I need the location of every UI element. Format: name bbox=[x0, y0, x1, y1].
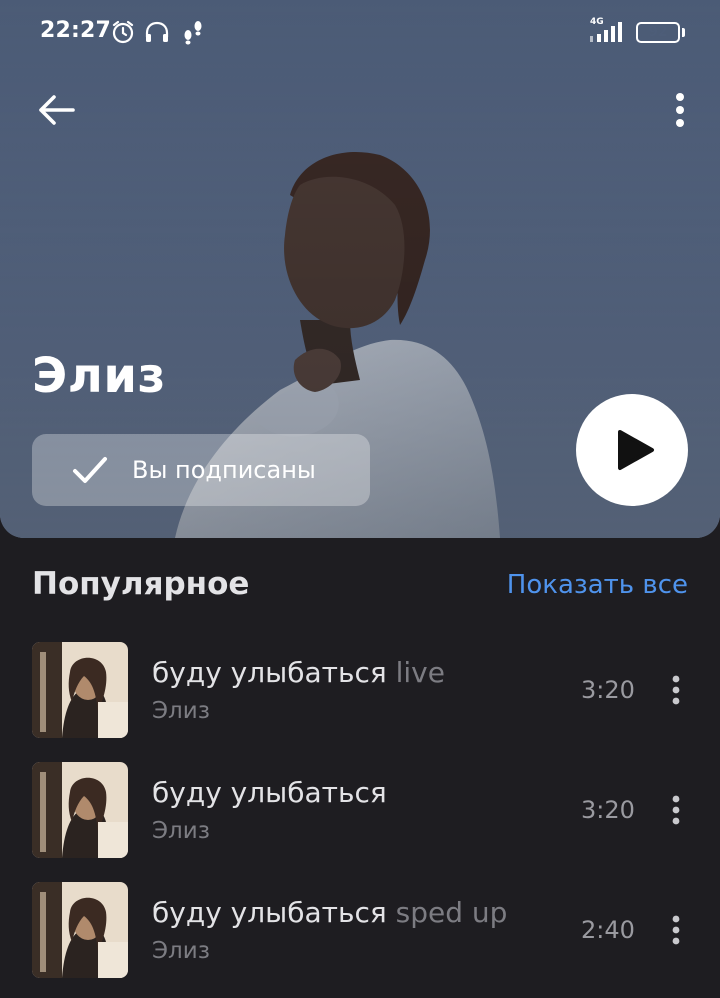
more-vertical-icon bbox=[672, 675, 680, 705]
show-all-link[interactable]: Показать все bbox=[507, 570, 688, 600]
arrow-left-icon bbox=[39, 95, 75, 125]
play-icon bbox=[618, 430, 654, 470]
artist-header: 22:27 4G 92 Элиз Вы подписаны bbox=[0, 0, 720, 538]
signal-icon bbox=[590, 22, 622, 42]
battery-percent: 92 bbox=[648, 24, 668, 40]
battery-icon: 92 bbox=[636, 22, 680, 43]
alarm-icon bbox=[112, 20, 134, 44]
track-cover bbox=[32, 762, 128, 858]
subscribe-button[interactable]: Вы подписаны bbox=[32, 434, 370, 506]
track-title-text: буду улыбаться bbox=[152, 896, 387, 929]
play-button[interactable] bbox=[576, 394, 688, 506]
track-cover bbox=[32, 882, 128, 978]
footsteps-icon bbox=[184, 21, 202, 45]
track-artist: Элиз bbox=[152, 818, 210, 844]
status-time: 22:27 bbox=[40, 18, 112, 43]
cover-art-image bbox=[32, 642, 128, 738]
track-duration: 3:20 bbox=[581, 796, 635, 824]
cover-art-image bbox=[32, 762, 128, 858]
check-icon bbox=[73, 457, 107, 483]
track-artist: Элиз bbox=[152, 938, 210, 964]
status-bar: 22:27 4G 92 bbox=[0, 0, 720, 64]
track-duration: 3:20 bbox=[581, 676, 635, 704]
track-row[interactable]: буду улыбаться live Элиз 3:20 bbox=[0, 642, 720, 742]
more-options-button[interactable] bbox=[656, 84, 704, 136]
track-duration: 2:40 bbox=[581, 916, 635, 944]
track-more-button[interactable] bbox=[658, 910, 694, 950]
battery-cap bbox=[682, 28, 685, 37]
track-row[interactable]: буду улыбаться Элиз 3:20 bbox=[0, 762, 720, 862]
headphones-icon bbox=[145, 21, 169, 42]
track-title: буду улыбаться bbox=[152, 776, 387, 809]
subscribe-label: Вы подписаны bbox=[132, 456, 316, 484]
artist-name: Элиз bbox=[32, 348, 166, 404]
back-button[interactable] bbox=[30, 84, 82, 136]
more-vertical-icon bbox=[672, 795, 680, 825]
track-more-button[interactable] bbox=[658, 790, 694, 830]
track-subtitle: live bbox=[395, 656, 445, 689]
more-vertical-icon bbox=[672, 915, 680, 945]
track-title: буду улыбаться sped up bbox=[152, 896, 507, 929]
track-subtitle: sped up bbox=[395, 896, 508, 929]
track-more-button[interactable] bbox=[658, 670, 694, 710]
section-title-popular: Популярное bbox=[32, 566, 250, 602]
track-artist: Элиз bbox=[152, 698, 210, 724]
more-vertical-icon bbox=[676, 93, 684, 127]
track-row[interactable]: буду улыбаться sped up Элиз 2:40 bbox=[0, 882, 720, 982]
track-title: буду улыбаться live bbox=[152, 656, 445, 689]
track-title-text: буду улыбаться bbox=[152, 656, 387, 689]
track-title-text: буду улыбаться bbox=[152, 776, 387, 809]
track-cover bbox=[32, 642, 128, 738]
cover-art-image bbox=[32, 882, 128, 978]
